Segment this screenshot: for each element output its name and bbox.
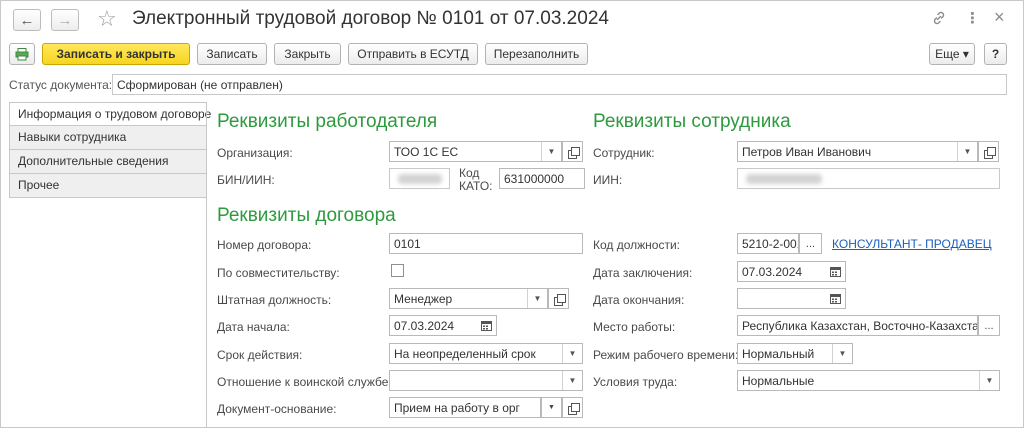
employee-header: Реквизиты сотрудника <box>593 111 791 132</box>
back-button[interactable]: ← <box>13 9 41 31</box>
more-vert-icon[interactable]: ⋮ <box>965 10 980 28</box>
contract-number-label: Номер договора: <box>217 238 312 252</box>
dropdown-icon[interactable]: ▼ <box>562 371 582 390</box>
military-field[interactable]: ▼ <box>389 370 583 391</box>
iin-field[interactable] <box>737 168 1000 189</box>
position-label: Штатная должность: <box>217 293 332 307</box>
basis-dropdown-button[interactable]: ▼ <box>541 397 562 418</box>
schedule-field[interactable]: Нормальный ▼ <box>737 343 853 364</box>
term-label: Срок действия: <box>217 348 303 362</box>
help-button[interactable]: ? <box>984 43 1007 65</box>
bin-field[interactable] <box>389 168 450 189</box>
arrow-right-icon: → <box>57 11 73 29</box>
refill-button[interactable]: Перезаполнить <box>485 43 588 65</box>
conditions-label: Условия труда: <box>593 375 678 389</box>
start-date-field[interactable]: 07.03.2024 <box>389 315 497 336</box>
side-panel: Информация о трудовом договоре Навыки со… <box>9 102 211 198</box>
kato-field[interactable]: 631000000 <box>499 168 585 189</box>
calendar-icon[interactable] <box>826 290 844 307</box>
schedule-label: Режим рабочего времени: <box>593 348 739 362</box>
end-date-field[interactable]: . . <box>737 288 846 309</box>
conclusion-date-value: 07.03.2024 <box>742 265 803 279</box>
employee-open-button[interactable] <box>978 141 999 162</box>
org-label: Организация: <box>217 146 293 160</box>
conclusion-date-field[interactable]: 07.03.2024 <box>737 261 846 282</box>
title-bar: ← → ☆ Электронный трудовой договор № 010… <box>1 1 1023 39</box>
favorite-star-icon[interactable]: ☆ <box>97 5 117 33</box>
contract-header: Реквизиты договора <box>217 205 396 226</box>
conditions-field[interactable]: Нормальные ▼ <box>737 370 1000 391</box>
arrow-left-icon: ← <box>19 11 35 29</box>
parttime-checkbox[interactable] <box>391 264 404 277</box>
position-value: Менеджер <box>394 292 453 306</box>
employee-field[interactable]: Петров Иван Иванович ▼ <box>737 141 978 162</box>
link-icon[interactable] <box>931 10 947 31</box>
org-value: ТОО 1С ЕС <box>394 145 459 159</box>
end-date-label: Дата окончания: <box>593 293 685 307</box>
basis-open-button[interactable] <box>562 397 583 418</box>
workplace-select-button[interactable]: ... <box>978 315 1000 336</box>
open-form-icon <box>567 402 580 415</box>
dropdown-icon[interactable]: ▼ <box>527 289 547 308</box>
open-form-icon <box>983 146 996 159</box>
status-field: Сформирован (не отправлен) <box>112 74 1007 95</box>
iin-label: ИИН: <box>593 173 623 187</box>
schedule-value: Нормальный <box>742 347 815 361</box>
bin-label: БИН/ИИН: <box>217 173 275 187</box>
dropdown-icon[interactable]: ▼ <box>562 344 582 363</box>
more-button[interactable]: Еще ▾ <box>929 43 975 65</box>
term-field[interactable]: На неопределенный срок ▼ <box>389 343 583 364</box>
employee-value: Петров Иван Иванович <box>742 145 872 159</box>
print-button[interactable] <box>9 43 35 65</box>
status-label: Статус документа: <box>9 78 113 92</box>
position-field[interactable]: Менеджер ▼ <box>389 288 548 309</box>
employee-label: Сотрудник: <box>593 146 655 160</box>
org-field[interactable]: ТОО 1С ЕС ▼ <box>389 141 562 162</box>
military-label: Отношение к воинской службе: <box>217 375 392 389</box>
start-date-label: Дата начала: <box>217 320 290 334</box>
save-button[interactable]: Записать <box>197 43 267 65</box>
forward-button[interactable]: → <box>51 9 79 31</box>
open-form-icon <box>567 146 580 159</box>
basis-label: Документ-основание: <box>217 402 337 416</box>
contract-number-field[interactable]: 0101 <box>389 233 583 254</box>
end-date-value: . . <box>755 306 775 308</box>
workplace-label: Место работы: <box>593 320 676 334</box>
position-code-label: Код должности: <box>593 238 681 252</box>
calendar-icon[interactable] <box>477 317 495 334</box>
dropdown-icon[interactable]: ▼ <box>979 371 999 390</box>
conclusion-date-label: Дата заключения: <box>593 266 693 280</box>
sidebar-item-other[interactable]: Прочее <box>9 174 207 198</box>
kato-label: Код КАТО: <box>459 166 493 193</box>
position-code-field[interactable]: 5210-2-001 <box>737 233 799 254</box>
position-code-link[interactable]: КОНСУЛЬТАНТ- ПРОДАВЕЦ <box>832 237 992 251</box>
org-open-button[interactable] <box>562 141 583 162</box>
print-icon <box>15 48 29 61</box>
close-button[interactable]: Закрыть <box>274 43 341 65</box>
term-value: На неопределенный срок <box>394 347 536 361</box>
start-date-value: 07.03.2024 <box>394 319 455 333</box>
save-and-close-button[interactable]: Записать и закрыть <box>42 43 190 65</box>
workplace-field[interactable]: Республика Казахстан, Восточно-Казахстан <box>737 315 978 336</box>
sidebar-item-skills[interactable]: Навыки сотрудника <box>9 126 207 150</box>
parttime-label: По совместительству: <box>217 266 340 280</box>
conditions-value: Нормальные <box>742 374 815 388</box>
sidebar-item-contract-info[interactable]: Информация о трудовом договоре <box>9 102 211 126</box>
employer-header: Реквизиты работодателя <box>217 111 438 132</box>
toolbar: Записать и закрыть Записать Закрыть Отпр… <box>1 43 1023 69</box>
dropdown-icon[interactable]: ▼ <box>957 142 977 161</box>
open-form-icon <box>553 293 566 306</box>
close-icon[interactable]: × <box>994 8 1005 26</box>
dropdown-icon[interactable]: ▼ <box>541 142 561 161</box>
position-open-button[interactable] <box>548 288 569 309</box>
dropdown-icon[interactable]: ▼ <box>832 344 852 363</box>
document-window: ← → ☆ Электронный трудовой договор № 010… <box>0 0 1024 428</box>
page-title: Электронный трудовой договор № 0101 от 0… <box>132 8 609 29</box>
basis-field[interactable]: Прием на работу в орг <box>389 397 541 418</box>
send-esutd-button[interactable]: Отправить в ЕСУТД <box>348 43 478 65</box>
content-divider <box>206 102 207 427</box>
calendar-icon[interactable] <box>826 263 844 280</box>
position-code-select-button[interactable]: ... <box>799 233 822 254</box>
sidebar-item-additional[interactable]: Дополнительные сведения <box>9 150 207 174</box>
